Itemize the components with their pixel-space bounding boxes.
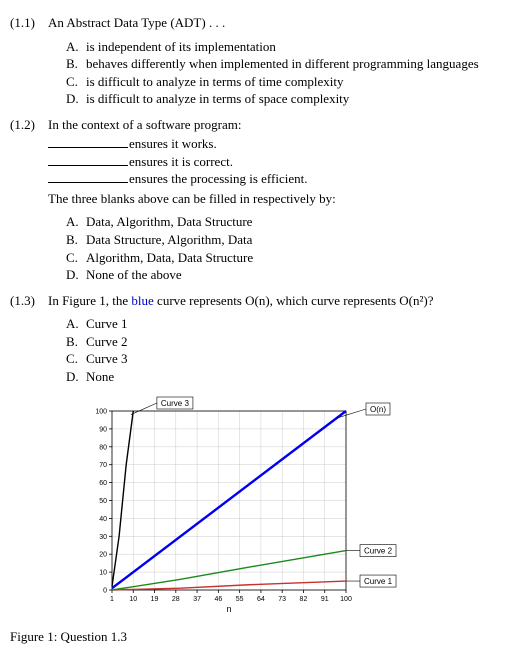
svg-text:50: 50 [99, 498, 107, 505]
svg-text:40: 40 [99, 516, 107, 523]
blank-3 [48, 172, 128, 183]
q-stem: In Figure 1, the blue curve represents O… [48, 292, 508, 310]
fill-text: ensures it works. [129, 135, 217, 153]
option-d: D.None [66, 368, 508, 386]
option-text: is difficult to analyze in terms of time… [86, 73, 344, 91]
svg-text:Curve 3: Curve 3 [161, 399, 190, 408]
option-text: behaves differently when implemented in … [86, 55, 479, 73]
question-1-2: (1.2) In the context of a software progr… [10, 116, 508, 284]
svg-text:73: 73 [278, 596, 286, 603]
option-a: A.Data, Algorithm, Data Structure [66, 213, 508, 231]
svg-text:28: 28 [172, 596, 180, 603]
fill-text: ensures it is correct. [129, 153, 233, 171]
svg-text:55: 55 [236, 596, 244, 603]
option-c: C.is difficult to analyze in terms of ti… [66, 73, 508, 91]
option-a: A.is independent of its implementation [66, 38, 508, 56]
svg-text:20: 20 [99, 552, 107, 559]
option-c: C.Curve 3 [66, 350, 508, 368]
svg-text:37: 37 [193, 596, 201, 603]
option-text: is difficult to analyze in terms of spac… [86, 90, 349, 108]
svg-text:82: 82 [300, 596, 308, 603]
option-text: is independent of its implementation [86, 38, 276, 56]
svg-text:Curve 1: Curve 1 [364, 577, 393, 586]
svg-text:91: 91 [321, 596, 329, 603]
q2-options: A.Data, Algorithm, Data Structure B.Data… [66, 213, 508, 283]
option-text: None of the above [86, 266, 182, 284]
q3-text-after: curve represents O(n), which curve repre… [154, 293, 434, 308]
svg-text:100: 100 [340, 596, 352, 603]
option-text: None [86, 368, 114, 386]
q-number: (1.3) [10, 292, 48, 310]
option-a: A.Curve 1 [66, 315, 508, 333]
option-c: C.Algorithm, Data, Data Structure [66, 249, 508, 267]
fill-in-blanks: ensures it works. ensures it is correct.… [48, 135, 508, 188]
option-text: Algorithm, Data, Data Structure [86, 249, 253, 267]
figure-caption: Figure 1: Question 1.3 [10, 628, 508, 646]
q-number: (1.2) [10, 116, 48, 134]
option-text: Curve 2 [86, 333, 128, 351]
figure-1-chart: 0102030405060708090100110192837465564738… [78, 393, 508, 618]
svg-text:10: 10 [99, 570, 107, 577]
option-b: B.behaves differently when implemented i… [66, 55, 508, 73]
svg-text:30: 30 [99, 534, 107, 541]
option-text: Curve 3 [86, 350, 128, 368]
svg-text:Curve 2: Curve 2 [364, 547, 393, 556]
svg-text:100: 100 [95, 409, 107, 416]
svg-text:O(n): O(n) [370, 405, 386, 414]
question-1-3: (1.3) In Figure 1, the blue curve repres… [10, 292, 508, 386]
blank-2 [48, 155, 128, 166]
option-text: Curve 1 [86, 315, 128, 333]
svg-text:70: 70 [99, 463, 107, 470]
svg-text:1: 1 [110, 596, 114, 603]
option-text: Data, Algorithm, Data Structure [86, 213, 252, 231]
question-1-1: (1.1) An Abstract Data Type (ADT) . . . … [10, 14, 508, 108]
svg-text:90: 90 [99, 427, 107, 434]
q1-options: A.is independent of its implementation B… [66, 38, 508, 108]
fill-text: ensures the processing is efficient. [129, 170, 307, 188]
q-stem: An Abstract Data Type (ADT) . . . [48, 14, 508, 32]
svg-text:60: 60 [99, 480, 107, 487]
svg-text:46: 46 [214, 596, 222, 603]
option-b: B.Data Structure, Algorithm, Data [66, 231, 508, 249]
option-d: D.None of the above [66, 266, 508, 284]
q3-options: A.Curve 1 B.Curve 2 C.Curve 3 D.None [66, 315, 508, 385]
blank-1 [48, 137, 128, 148]
q-stem: In the context of a software program: [48, 116, 508, 134]
option-b: B.Curve 2 [66, 333, 508, 351]
svg-text:19: 19 [151, 596, 159, 603]
svg-text:0: 0 [103, 588, 107, 595]
q2-subtext: The three blanks above can be filled in … [48, 190, 508, 208]
q3-blue-word: blue [131, 293, 153, 308]
svg-text:10: 10 [129, 596, 137, 603]
option-d: D.is difficult to analyze in terms of sp… [66, 90, 508, 108]
svg-text:80: 80 [99, 445, 107, 452]
option-text: Data Structure, Algorithm, Data [86, 231, 252, 249]
svg-text:64: 64 [257, 596, 265, 603]
q3-text-before: In Figure 1, the [48, 293, 131, 308]
q-number: (1.1) [10, 14, 48, 32]
chart-svg: 0102030405060708090100110192837465564738… [78, 393, 418, 618]
svg-text:n: n [226, 604, 231, 614]
